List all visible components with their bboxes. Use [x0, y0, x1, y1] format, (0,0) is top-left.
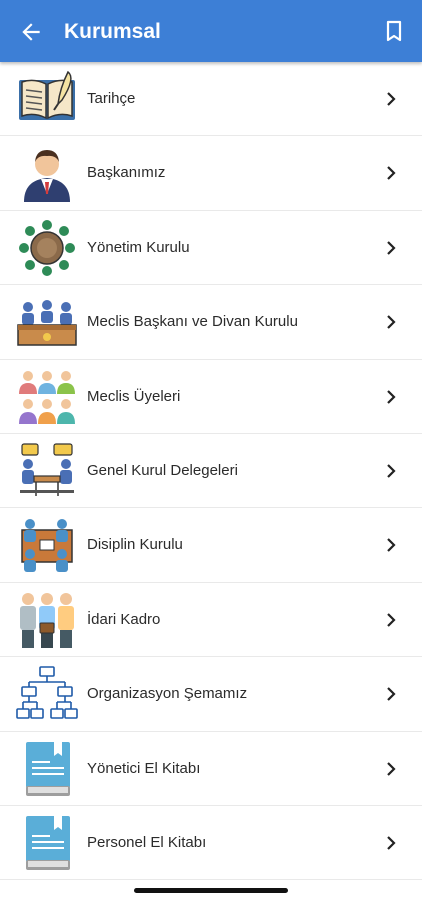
menu-item-meclis-uyeleri[interactable]: Meclis Üyeleri: [0, 360, 422, 434]
chevron-right-icon: [387, 612, 396, 627]
menu-item-label: Meclis Başkanı ve Divan Kurulu: [87, 313, 298, 331]
home-indicator[interactable]: [134, 888, 288, 893]
menu-item-idari-kadro[interactable]: İdari Kadro: [0, 583, 422, 658]
menu-item-label: Meclis Üyeleri: [87, 387, 181, 405]
chevron-right-icon: [387, 92, 396, 106]
menu-item-label: Genel Kurul Delegeleri: [87, 461, 238, 479]
menu-item-label: Yönetici El Kitabı: [87, 759, 201, 777]
menu-list: Tarihçe Başkanımız Yönetim Kurulu Meclis…: [0, 62, 422, 881]
menu-item-baskanimiz[interactable]: Başkanımız: [0, 136, 422, 211]
chevron-right-icon: [387, 389, 396, 404]
menu-item-label: İdari Kadro: [87, 610, 161, 628]
menu-item-yonetim-kurulu[interactable]: Yönetim Kurulu: [0, 211, 422, 286]
chevron-right-icon: [387, 241, 396, 255]
menu-item-meclis-baskani[interactable]: Meclis Başkanı ve Divan Kurulu: [0, 285, 422, 360]
delegates-icon: [20, 443, 74, 496]
handbook-icon: [26, 815, 70, 870]
assembly-council-icon: [17, 300, 77, 346]
chevron-right-icon: [387, 761, 396, 776]
chevron-right-icon: [387, 538, 396, 553]
board-meeting-icon: [19, 219, 75, 276]
page-title: Kurumsal: [64, 20, 161, 43]
menu-item-personel-el-kitabi[interactable]: Personel El Kitabı: [0, 806, 422, 881]
members-group-icon: [19, 370, 75, 424]
menu-item-label: Tarihçe: [87, 90, 136, 107]
bookmark-icon[interactable]: [382, 19, 406, 43]
chevron-right-icon: [387, 166, 396, 181]
menu-item-label: Yönetim Kurulu: [87, 238, 190, 256]
menu-item-label: Organizasyon Şemamız: [87, 685, 248, 703]
menu-item-disiplin-kurulu[interactable]: Disiplin Kurulu: [0, 508, 422, 583]
handbook-icon: [26, 741, 70, 796]
chevron-right-icon: [387, 836, 396, 850]
arrow-left-icon[interactable]: [18, 19, 44, 45]
chevron-right-icon: [387, 315, 396, 329]
menu-item-genel-kurul[interactable]: Genel Kurul Delegeleri: [0, 434, 422, 509]
admin-staff-icon: [20, 592, 74, 648]
app-bar: Kurumsal: [0, 0, 422, 62]
chevron-right-icon: [387, 464, 396, 478]
history-book-icon: [19, 70, 75, 120]
menu-item-label: Disiplin Kurulu: [87, 536, 183, 554]
menu-item-organizasyon[interactable]: Organizasyon Şemamız: [0, 657, 422, 732]
discipline-committee-icon: [21, 519, 73, 573]
menu-item-label: Personel El Kitabı: [87, 833, 207, 851]
org-chart-icon: [16, 666, 78, 719]
president-icon: [24, 150, 70, 203]
menu-item-tarihce[interactable]: Tarihçe: [0, 62, 422, 137]
menu-item-label: Başkanımız: [87, 164, 166, 182]
menu-item-yonetici-el-kitabi[interactable]: Yönetici El Kitabı: [0, 732, 422, 806]
chevron-right-icon: [387, 687, 396, 701]
